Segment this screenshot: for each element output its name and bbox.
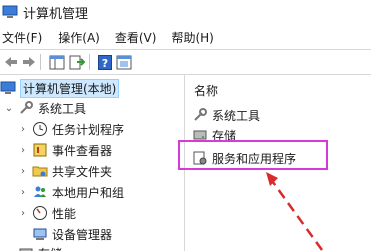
menu-view[interactable]: 查看(V) <box>113 29 157 46</box>
tree-item-task-scheduler[interactable]: › 任务计划程序 <box>18 119 124 139</box>
chevron-down-icon[interactable]: ⌄ <box>4 248 14 251</box>
tree-item-performance[interactable]: › 性能 <box>18 203 76 223</box>
chevron-right-icon[interactable]: › <box>18 208 28 219</box>
toolbar-separator <box>40 54 41 70</box>
tree-item-event-viewer[interactable]: › 事件查看器 <box>18 140 112 160</box>
navigation-tree: 计算机管理(本地) ⌄ 系统工具 › 任务计划程序 › 事件查看器 › 共享文件… <box>0 75 185 251</box>
tree-item-root[interactable]: 计算机管理(本地) <box>0 78 120 98</box>
tree-item-device-manager[interactable]: 设备管理器 <box>18 224 112 244</box>
menu-help[interactable]: 帮助(H) <box>169 29 213 46</box>
export-list-icon[interactable] <box>69 53 85 71</box>
tree-item-label: 计算机管理(本地) <box>20 78 120 98</box>
tree-item-label: 性能 <box>52 206 77 221</box>
help-icon[interactable]: ? <box>98 53 112 71</box>
list-item-label: 系统工具 <box>212 108 261 123</box>
chevron-right-icon[interactable]: › <box>18 166 28 177</box>
chevron-right-icon[interactable]: › <box>18 187 28 198</box>
performance-icon <box>33 206 47 220</box>
tree-item-label: 存储 <box>38 245 62 251</box>
event-viewer-icon <box>33 143 47 157</box>
tools-icon <box>194 108 207 121</box>
device-manager-icon <box>33 228 47 240</box>
storage-icon <box>19 248 33 251</box>
window-title: 计算机管理 <box>23 6 89 22</box>
chevron-down-icon[interactable]: ⌄ <box>4 103 14 114</box>
tree-item-label: 任务计划程序 <box>52 122 125 137</box>
tree-item-local-users-groups[interactable]: › 本地用户和组 <box>18 182 124 202</box>
column-header-name[interactable]: 名称 <box>194 82 218 99</box>
users-icon <box>34 186 46 197</box>
list-item-system-tools[interactable]: 系统工具 <box>192 105 260 125</box>
computer-management-icon <box>0 81 16 94</box>
menu-action[interactable]: 操作(A) <box>56 29 100 46</box>
toolbar: ? <box>0 49 371 75</box>
tools-icon <box>20 101 33 114</box>
chevron-right-icon[interactable]: › <box>18 145 28 156</box>
tree-item-label: 系统工具 <box>38 101 87 116</box>
tree-item-system-tools[interactable]: ⌄ 系统工具 <box>4 98 86 118</box>
annotation-arrow <box>266 172 324 251</box>
toolbar-separator <box>89 54 90 70</box>
show-hide-tree-icon[interactable] <box>49 53 65 71</box>
tree-item-label: 设备管理器 <box>52 227 113 242</box>
clock-icon <box>33 122 47 136</box>
back-icon[interactable] <box>4 53 18 71</box>
tree-item-label: 共享文件夹 <box>52 164 113 179</box>
title-bar: 计算机管理 <box>0 0 371 24</box>
shared-folder-icon <box>32 166 48 177</box>
tree-item-label: 事件查看器 <box>52 143 113 158</box>
menu-bar: 文件(F) 操作(A) 查看(V) 帮助(H) <box>0 27 371 47</box>
tree-item-shared-folders[interactable]: › 共享文件夹 <box>18 161 112 181</box>
forward-icon[interactable] <box>22 53 36 71</box>
tree-item-label: 本地用户和组 <box>52 185 125 200</box>
properties-icon[interactable] <box>116 53 132 71</box>
computer-management-icon <box>2 5 18 18</box>
chevron-right-icon[interactable]: › <box>18 124 28 135</box>
svg-text:?: ? <box>102 57 108 70</box>
tree-item-storage[interactable]: ⌄ 存储 <box>4 243 62 251</box>
menu-file[interactable]: 文件(F) <box>0 29 42 46</box>
